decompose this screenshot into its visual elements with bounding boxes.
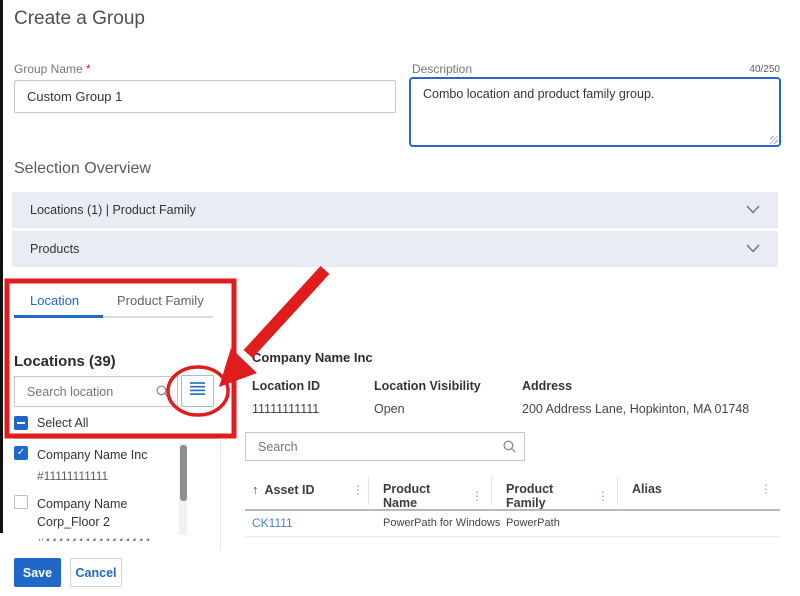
location-name: Company Name Corp_Floor 2 [37, 495, 167, 531]
product-family-cell: PowerPath [506, 517, 560, 529]
list-item[interactable]: Company Name Corp_Floor 2 #4444444444444… [14, 495, 167, 541]
selection-overview-title: Selection Overview [14, 160, 151, 178]
page-left-edge [0, 0, 3, 533]
location-id: #11111111111 [37, 468, 147, 484]
list-view-button[interactable] [181, 375, 214, 407]
table-header-border [245, 509, 780, 511]
location-visibility-label: Location Visibility [374, 379, 481, 393]
location-search [14, 376, 178, 407]
column-menu-icon[interactable]: ⋮ [597, 489, 609, 503]
list-view-icon [189, 381, 206, 401]
cancel-button[interactable]: Cancel [70, 558, 122, 587]
accordion-label: Products [30, 242, 79, 256]
create-group-page: Create a Group Group Name * Description … [0, 0, 800, 596]
location-visibility-value: Open [374, 402, 405, 416]
location-id-label: Location ID [252, 379, 320, 393]
description-label: Description [412, 62, 472, 76]
accordion-label: Locations (1) | Product Family [30, 203, 196, 217]
column-header-asset-id[interactable]: ↑ Asset ID ⋮ [252, 482, 364, 497]
column-separator [491, 477, 492, 505]
column-separator [368, 477, 369, 505]
tab-product-family[interactable]: Product Family [117, 293, 204, 308]
column-header-product-name[interactable]: Product Name ⋮ [383, 482, 483, 510]
column-header-alias[interactable]: Alias ⋮ [632, 482, 772, 496]
save-button[interactable]: Save [14, 558, 61, 587]
column-menu-icon[interactable]: ⋮ [760, 482, 772, 496]
asset-search [245, 432, 525, 461]
divider [14, 438, 218, 439]
select-all-checkbox-indeterminate[interactable] [14, 416, 28, 430]
company-name-heading: Company Name Inc [252, 350, 373, 365]
page-title: Create a Group [14, 8, 145, 30]
address-label: Address [522, 379, 572, 393]
accordion-products[interactable]: Products [12, 231, 778, 267]
chevron-down-icon[interactable] [746, 203, 760, 217]
asset-search-input[interactable] [246, 440, 503, 454]
group-name-input[interactable] [14, 80, 396, 113]
group-name-label: Group Name * [14, 62, 91, 76]
chevron-down-icon[interactable] [746, 242, 760, 256]
location-name: Company Name Inc [37, 448, 147, 462]
select-all-row[interactable]: Select All [14, 416, 88, 430]
location-id-value: 11111111111 [252, 402, 319, 416]
locations-count-heading: Locations (39) [14, 353, 116, 370]
search-icon [156, 385, 169, 398]
tab-underline [103, 316, 213, 318]
column-menu-icon[interactable]: ⋮ [352, 483, 364, 497]
address-value: 200 Address Lane, Hopkinton, MA 01748 [522, 402, 749, 416]
location-search-input[interactable] [15, 385, 156, 399]
panel-divider [220, 440, 221, 550]
location-list: ✓ Company Name Inc #11111111111 Company … [14, 441, 179, 541]
asset-id-link[interactable]: CK1111 [252, 516, 293, 530]
scrollbar-thumb[interactable] [180, 445, 187, 501]
accordion-locations-product-family[interactable]: Locations (1) | Product Family [12, 192, 778, 228]
tab-location[interactable]: Location [30, 293, 79, 308]
product-name-cell: PowerPath for Windows [383, 517, 500, 529]
select-all-label: Select All [37, 416, 88, 430]
annotation-arrow-shaft [248, 270, 325, 354]
sort-ascending-icon[interactable]: ↑ [252, 482, 259, 497]
checkbox-unchecked[interactable] [14, 495, 28, 509]
search-icon [503, 440, 516, 453]
location-id: #4444444444444444 [37, 535, 167, 541]
column-menu-icon[interactable]: ⋮ [471, 489, 483, 503]
column-separator [617, 477, 618, 505]
table-row-border [245, 536, 780, 537]
column-header-product-family[interactable]: Product Family ⋮ [506, 482, 609, 510]
description-textarea[interactable]: Combo location and product family group. [410, 78, 780, 146]
active-tab-indicator [14, 315, 103, 318]
description-char-counter: 40/250 [690, 64, 780, 75]
list-item[interactable]: ✓ Company Name Inc #11111111111 [14, 446, 147, 484]
required-asterisk: * [86, 62, 91, 76]
checkbox-checked[interactable]: ✓ [14, 446, 28, 460]
